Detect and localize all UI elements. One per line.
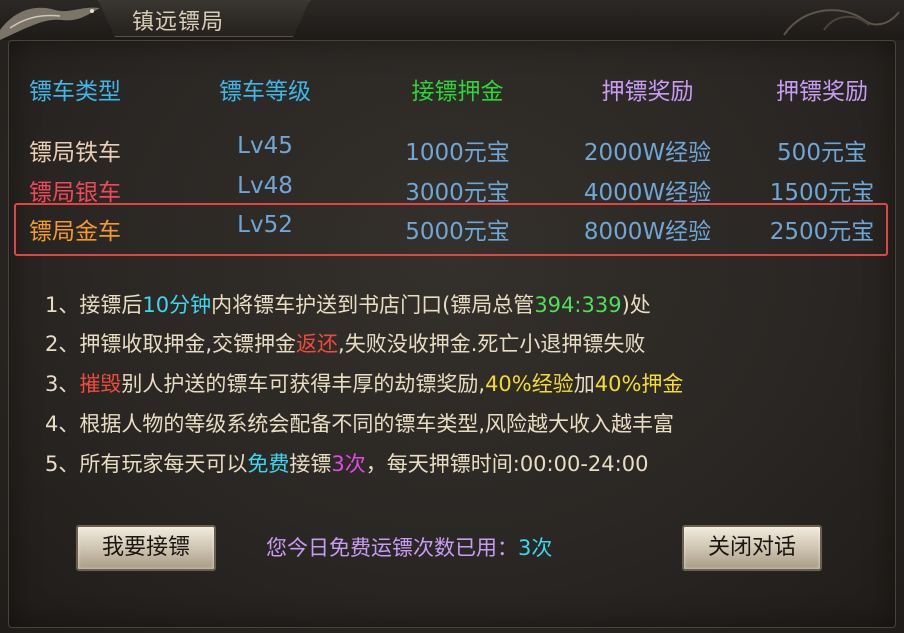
row-silver-cart-deposit: 3000元宝 (405, 180, 510, 206)
rule-1-segment: 10分钟 (142, 293, 212, 317)
rule-line-5: 5、所有玩家每天可以免费接镖3次，每天押镖时间:00:00-24:00 (45, 448, 648, 478)
rule-5-segment: 5、所有玩家每天可以 (45, 452, 248, 476)
rule-5-segment: 3次 (331, 452, 366, 476)
rule-5-segment: ，每天押镖时间:00:00-24:00 (365, 452, 649, 476)
row-gold-cart-type: 镖局金车 (29, 219, 121, 245)
rule-3-segment: 加 (573, 372, 595, 396)
row-gold-cart-deposit: 5000元宝 (405, 219, 510, 245)
rule-2-segment: 返还 (296, 332, 339, 356)
dragon-ornament-icon (0, 7, 100, 40)
row-silver-cart-exp: 4000W经验 (583, 180, 712, 206)
free-escort-status: 您今日免费运镖次数已用：3次 (266, 532, 552, 562)
close-dialog-button[interactable]: 关闭对话 (682, 525, 822, 571)
rule-3-segment: 别人护送的镖车可获得丰厚的劫镖奖励, (121, 372, 486, 396)
escort-agency-dialog: 镇远镖局 镖车类型 镖车等级 接镖押金 押镖奖励 押镖奖励 镖局铁车 Lv45 … (0, 0, 904, 633)
header-escort-type: 镖车类型 (29, 79, 121, 105)
rule-1-segment: 394:339 (534, 293, 622, 317)
rule-line-2: 2、押镖收取押金,交镖押金返还,失败没收押金.死亡小退押镖失败 (45, 328, 645, 358)
row-silver-cart-gold: 1500元宝 (769, 180, 875, 206)
row-iron-cart-deposit: 1000元宝 (405, 140, 510, 166)
row-iron-cart-level: Lv45 (237, 133, 293, 159)
row-iron-cart-type: 镖局铁车 (29, 140, 121, 166)
corner-ornament-icon (783, 9, 900, 36)
rule-3-segment: 摧毁 (79, 372, 122, 396)
row-gold-cart-exp: 8000W经验 (583, 219, 712, 245)
row-silver-cart-level: Lv48 (237, 173, 293, 199)
accept-escort-button[interactable]: 我要接镖 (76, 525, 216, 571)
header-reward-gold: 押镖奖励 (776, 79, 868, 105)
row-gold-cart-gold: 2500元宝 (769, 219, 875, 245)
header-escort-level: 镖车等级 (219, 79, 311, 105)
rule-line-4: 4、根据人物的等级系统会配备不同的镖车类型,风险越大收入越丰富 (45, 408, 674, 438)
header-reward-exp: 押镖奖励 (601, 79, 694, 105)
row-iron-cart-exp: 2000W经验 (583, 140, 712, 166)
rule-2-segment: ,失败没收押金.死亡小退押镖失败 (338, 332, 646, 356)
rule-3-segment: 40%经验 (485, 372, 574, 396)
header-deposit: 接镖押金 (411, 79, 504, 105)
rule-5-segment: 免费 (247, 452, 290, 476)
rule-5-segment: 接镖 (289, 452, 332, 476)
rule-1-segment: 内将镖车护送到书店门口(镖局总管 (211, 293, 535, 317)
rule-line-1: 1、接镖后10分钟内将镖车护送到书店门口(镖局总管394:339)处 (45, 289, 651, 319)
status-label: 您今日免费运镖次数已用： (266, 536, 518, 560)
row-iron-cart-gold: 500元宝 (777, 140, 867, 166)
rule-line-3: 3、摧毁别人护送的镖车可获得丰厚的劫镖奖励,40%经验加40%押金 (45, 368, 683, 398)
rule-1-segment: 1、接镖后 (45, 293, 143, 317)
row-gold-cart-level: Lv52 (237, 212, 293, 238)
window-title: 镇远镖局 (132, 10, 225, 35)
status-count: 3次 (518, 536, 553, 560)
row-silver-cart-type: 镖局银车 (29, 180, 121, 206)
rule-4-segment: 4、根据人物的等级系统会配备不同的镖车类型,风险越大收入越丰富 (45, 412, 675, 436)
rule-2-segment: 2、押镖收取押金,交镖押金 (45, 332, 297, 356)
rule-1-segment: )处 (621, 293, 651, 317)
rule-3-segment: 40%押金 (594, 372, 684, 396)
rule-3-segment: 3、 (45, 372, 80, 396)
